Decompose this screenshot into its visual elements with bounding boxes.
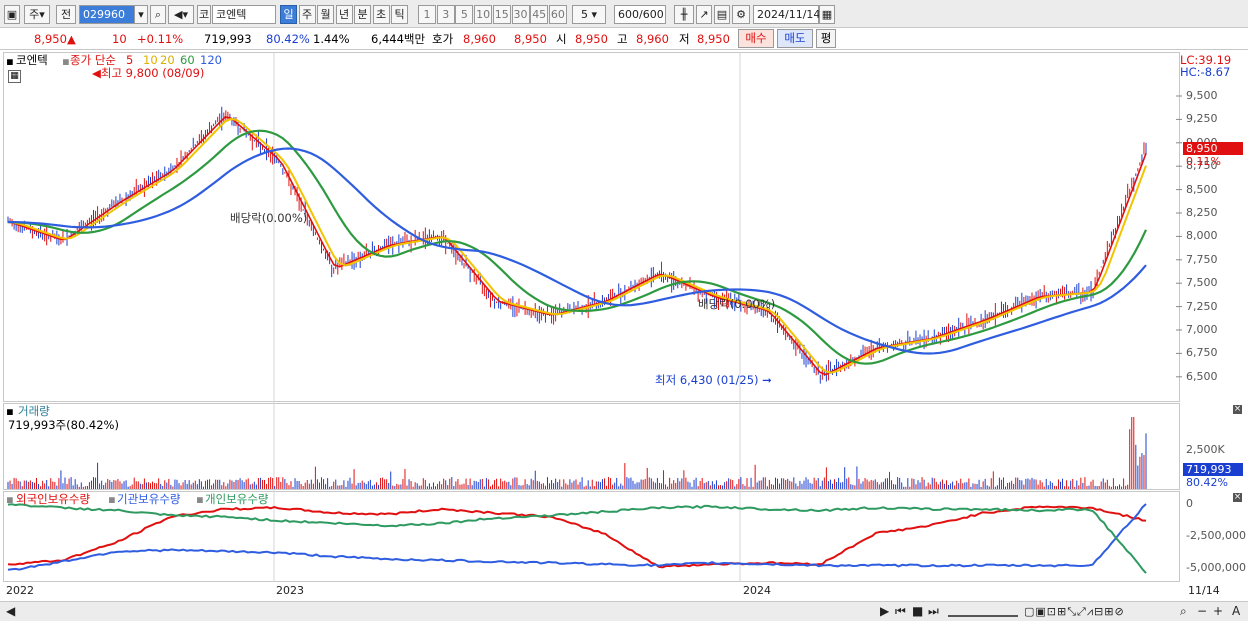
stock-chart [7, 53, 1182, 582]
panel-square-icon: ▪ [6, 54, 14, 68]
font-size-icon[interactable]: A [1232, 604, 1240, 619]
hc-value: HC:-8.67 [1180, 65, 1231, 79]
dividend-annotation-2: 배당락(0.00%) [698, 297, 776, 311]
dividend-annotation-1: 배당락(0.00%) [230, 211, 308, 225]
x-label-2022: 2022 [6, 584, 34, 597]
forward-icon[interactable]: ⏭ [928, 604, 939, 619]
zoom-in-icon[interactable]: + [1213, 604, 1223, 619]
table-icon[interactable]: ▦ [8, 70, 21, 83]
individual-label: 개인보유수량 [205, 492, 269, 506]
zoom-out-icon[interactable]: − [1197, 604, 1207, 619]
panel-square-icon: ▪ [196, 492, 204, 506]
drawing-tools-icon[interactable]: ▢▣⊡⊞⤡⤢⩘⊟⊞⊘ [1024, 604, 1125, 619]
volume-tag: 719,993 [1183, 463, 1243, 476]
price-y-tick: 6,500 [1186, 369, 1218, 383]
holding-y-tick-1: -2,500,000 [1186, 529, 1246, 542]
ma-square-icon: ▪ [62, 54, 70, 68]
panel-close-icon[interactable]: × [1233, 493, 1242, 502]
price-y-tick: 8,500 [1186, 182, 1218, 196]
holding-y-tick-2: -5,000,000 [1186, 561, 1246, 574]
ma-20-label: 20 [160, 53, 175, 67]
panel-square-icon: ▪ [108, 492, 116, 506]
volume-summary: 719,993주(80.42%) [8, 418, 119, 432]
stop-icon[interactable]: ■ [912, 604, 923, 619]
ma-10-label: 10 [143, 53, 158, 67]
high-annotation-text: 최고 9,800 (08/09) [100, 66, 205, 80]
volume-title: 거래량 [18, 404, 50, 418]
x-label-2023: 2023 [276, 584, 304, 597]
panel-square-icon: ▪ [6, 492, 14, 506]
zoom-icon[interactable]: ⌕ [1180, 604, 1187, 619]
scroll-left-icon[interactable]: ◀ [6, 604, 15, 619]
right-arrow-icon: ➞ [758, 373, 772, 387]
price-y-tick: 6,750 [1186, 346, 1218, 360]
scroll-right-icon[interactable]: ▶ [880, 604, 889, 619]
panel-square-icon: ▪ [6, 404, 14, 418]
price-y-tick: 7,000 [1186, 323, 1218, 336]
high-annotation: ◀최고 9,800 (08/09) [92, 66, 204, 80]
left-arrow-icon: ◀ [92, 66, 101, 80]
scroll-bar[interactable]: ◀ ▶ ⏮ ■ ⏭ ▢▣⊡⊞⤡⤢⩘⊟⊞⊘ ⌕ − + A [0, 601, 1248, 621]
price-y-tick: 7,750 [1186, 252, 1218, 266]
low-annotation: 최저 6,430 (01/25) ➞ [655, 373, 772, 387]
ma-5-line [7, 116, 1147, 376]
price-y-tick: 7,250 [1186, 299, 1218, 313]
rewind-icon[interactable]: ⏮ [895, 604, 906, 619]
ma-5-label: 5 [126, 53, 134, 67]
panel-close-icon[interactable]: × [1233, 405, 1242, 414]
pct-tag: 0.11% [1186, 155, 1221, 168]
institution-label: 기관보유수량 [117, 492, 181, 506]
x-label-2024: 2024 [743, 584, 771, 597]
ma-120-label: 120 [200, 53, 222, 67]
ma-title: 종가 단순 [70, 53, 116, 67]
holding-y-tick-0: 0 [1186, 497, 1193, 510]
price-y-tick: 9,250 [1186, 112, 1218, 126]
price-y-tick: 7,500 [1186, 276, 1218, 290]
ma-10-line [7, 117, 1147, 374]
zoom-slider[interactable] [948, 605, 1018, 617]
stock-title: 코엔텍 [16, 53, 48, 67]
ma-60-label: 60 [180, 53, 195, 67]
volume-pct-tag: 80.42% [1186, 476, 1228, 489]
x-label-last-date: 11/14 [1188, 584, 1220, 597]
price-y-tick: 8,000 [1186, 229, 1218, 243]
volume-y-tick: 2,500K [1186, 443, 1225, 456]
low-annotation-text: 최저 6,430 (01/25) [655, 373, 759, 387]
price-y-tick: 9,500 [1186, 89, 1218, 102]
foreign-label: 외국인보유수량 [16, 492, 91, 506]
price-y-tick: 8,250 [1186, 206, 1218, 219]
price-tag: 8,950 [1183, 142, 1243, 155]
